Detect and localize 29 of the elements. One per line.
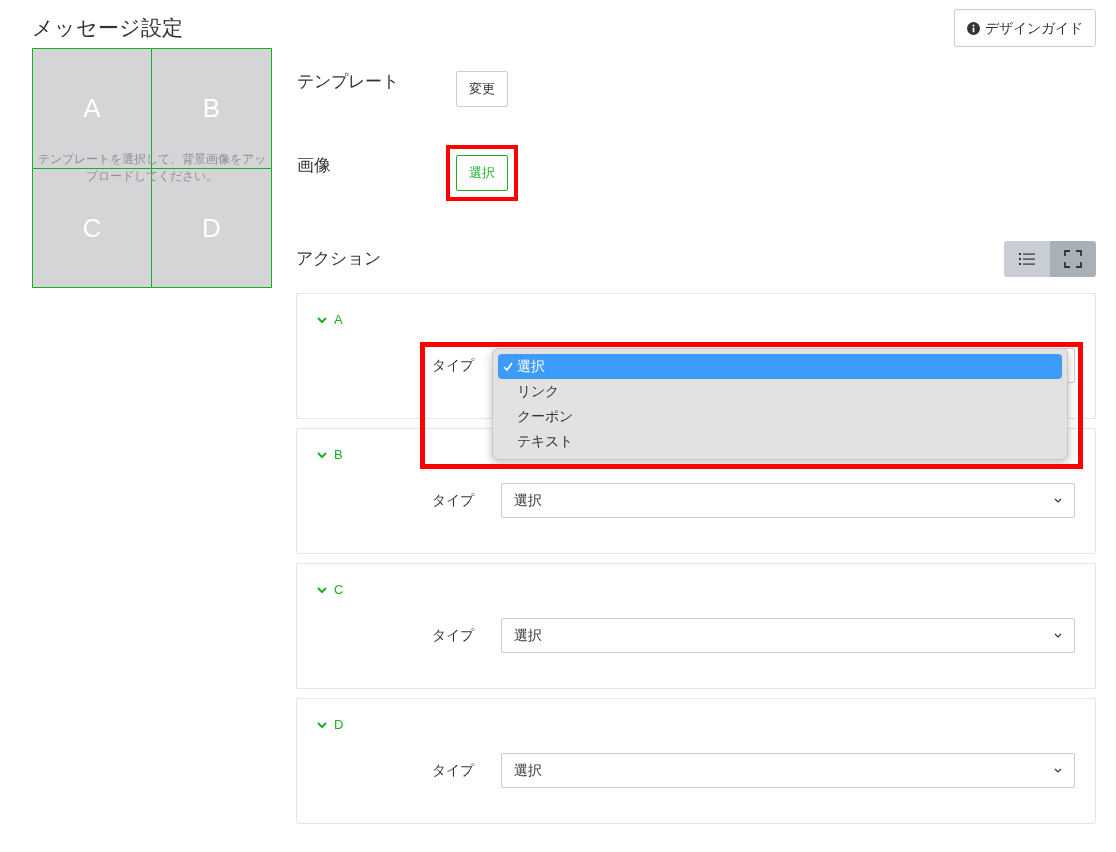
- chevron-down-icon: [1054, 633, 1062, 638]
- design-guide-button[interactable]: デザインガイド: [954, 9, 1096, 47]
- dropdown-option[interactable]: リンク: [498, 379, 1062, 404]
- field-label: テンプレート: [296, 71, 400, 93]
- chevron-down-icon: [317, 721, 327, 729]
- type-select[interactable]: 選択: [501, 753, 1075, 788]
- type-select[interactable]: 選択: [501, 618, 1075, 653]
- field-label: 画像: [296, 155, 332, 177]
- type-label: タイプ: [432, 491, 476, 510]
- fullscreen-icon: [1064, 250, 1082, 268]
- chevron-down-icon: [317, 451, 327, 459]
- list-icon: [1019, 252, 1035, 266]
- dropdown-option[interactable]: テキスト: [498, 429, 1062, 454]
- dropdown-option[interactable]: クーポン: [498, 404, 1062, 429]
- type-label: タイプ: [432, 356, 476, 375]
- chevron-down-icon: [317, 316, 327, 324]
- expand-view-button[interactable]: [1050, 241, 1096, 277]
- type-select[interactable]: 選択: [501, 483, 1075, 518]
- chevron-down-icon: [317, 586, 327, 594]
- chevron-down-icon: [1054, 768, 1062, 773]
- type-label: タイプ: [432, 626, 476, 645]
- page-title: メッセージ設定: [32, 15, 183, 41]
- list-view-button[interactable]: [1004, 241, 1050, 277]
- info-icon: [967, 21, 980, 35]
- chevron-down-icon: [1054, 498, 1062, 503]
- change-template-button[interactable]: 変更: [456, 71, 508, 107]
- field-label: アクション: [296, 248, 381, 271]
- check-icon: [502, 362, 513, 371]
- type-label: タイプ: [432, 761, 476, 780]
